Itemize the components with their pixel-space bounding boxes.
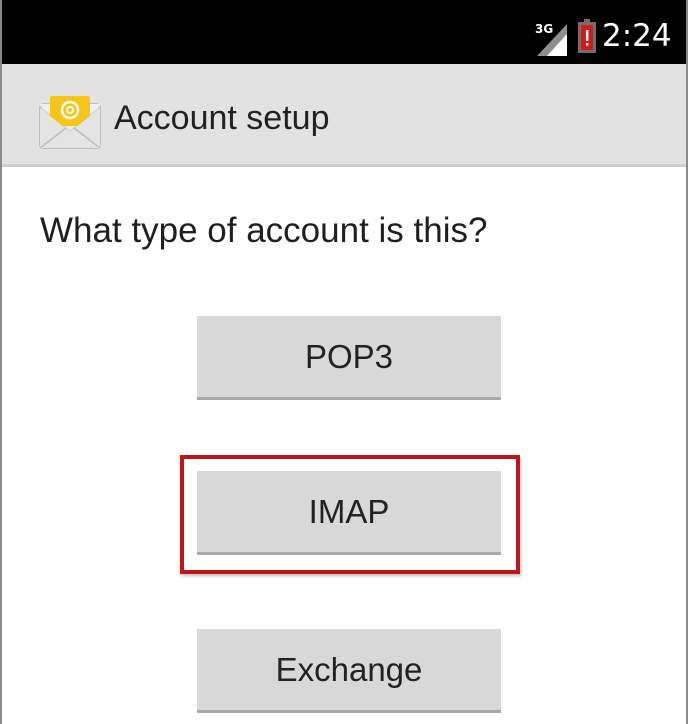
imap-button[interactable]: IMAP bbox=[197, 471, 501, 555]
clock: 2:24 bbox=[602, 18, 672, 54]
screen: 3G 2:24 Account setup What type of accou… bbox=[0, 0, 688, 724]
battery-low-icon bbox=[578, 19, 596, 53]
account-type-question: What type of account is this? bbox=[40, 211, 488, 250]
exchange-button[interactable]: Exchange bbox=[197, 629, 501, 713]
signal-3g-icon: 3G bbox=[535, 22, 567, 56]
pop3-button[interactable]: POP3 bbox=[197, 316, 501, 400]
imap-button-label: IMAP bbox=[308, 492, 390, 530]
pop3-button-label: POP3 bbox=[304, 337, 394, 375]
email-envelope-icon[interactable] bbox=[38, 94, 102, 150]
page-title: Account setup bbox=[114, 99, 330, 137]
exchange-button-label: Exchange bbox=[275, 650, 423, 688]
frame-border-left bbox=[0, 0, 2, 724]
network-type-label: 3G bbox=[535, 22, 553, 36]
action-bar: Account setup bbox=[0, 64, 688, 167]
status-bar: 3G 2:24 bbox=[0, 0, 688, 64]
